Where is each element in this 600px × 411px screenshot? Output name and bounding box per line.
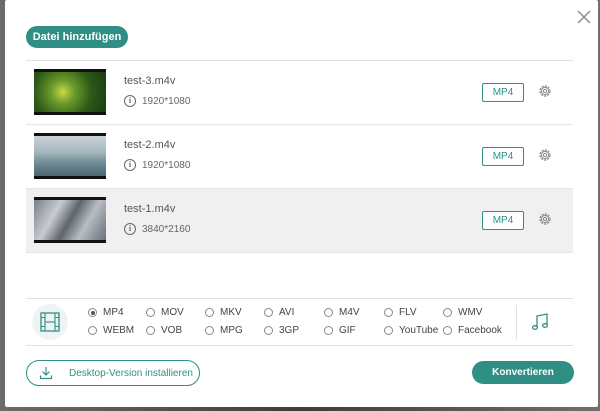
video-format-tab[interactable] bbox=[32, 304, 68, 340]
format-label: AVI bbox=[279, 307, 295, 318]
format-label: MOV bbox=[161, 307, 184, 318]
video-thumbnail bbox=[34, 133, 106, 179]
file-info: i 1920*1080 bbox=[124, 95, 190, 107]
format-label: YouTube bbox=[399, 325, 439, 336]
converter-dialog: Datei hinzufügen test-3.m4v i 1920*1080 … bbox=[5, 0, 598, 407]
convert-button[interactable]: Konvertieren bbox=[472, 361, 574, 384]
info-icon: i bbox=[124, 223, 136, 235]
download-icon bbox=[39, 367, 53, 380]
file-resolution: 3840*2160 bbox=[142, 223, 191, 235]
radio-button[interactable] bbox=[384, 308, 393, 317]
output-format-button[interactable]: MP4 bbox=[482, 211, 524, 230]
format-option-m4v[interactable]: M4V bbox=[324, 307, 360, 318]
format-option-vob[interactable]: VOB bbox=[146, 325, 182, 336]
format-label: 3GP bbox=[279, 325, 300, 336]
radio-button[interactable] bbox=[146, 308, 155, 317]
format-label: MP4 bbox=[103, 307, 124, 318]
radio-button[interactable] bbox=[324, 308, 333, 317]
format-option-avi[interactable]: AVI bbox=[264, 307, 294, 318]
format-label: FLV bbox=[399, 307, 417, 318]
format-label: WEBM bbox=[103, 325, 135, 336]
music-icon[interactable] bbox=[529, 311, 551, 333]
format-option-facebook[interactable]: Facebook bbox=[443, 325, 502, 336]
radio-button[interactable] bbox=[88, 308, 97, 317]
file-resolution: 1920*1080 bbox=[142, 159, 191, 171]
file-name: test-2.m4v bbox=[124, 139, 176, 151]
info-icon: i bbox=[124, 159, 136, 171]
format-option-mpg[interactable]: MPG bbox=[205, 325, 243, 336]
radio-button[interactable] bbox=[88, 326, 97, 335]
file-name: test-1.m4v bbox=[124, 203, 176, 215]
format-selector: MP4 MOV MKV AVI M4V FLV WMV WEBM VOB MPG… bbox=[26, 298, 573, 346]
format-option-mp4[interactable]: MP4 bbox=[88, 307, 124, 318]
install-desktop-button[interactable]: Desktop-Version installieren bbox=[26, 360, 200, 386]
info-icon: i bbox=[124, 95, 136, 107]
format-option-wmv[interactable]: WMV bbox=[443, 307, 482, 318]
radio-button[interactable] bbox=[205, 326, 214, 335]
format-label: Facebook bbox=[458, 325, 502, 336]
file-row[interactable]: test-3.m4v i 1920*1080 MP4 bbox=[26, 61, 573, 125]
radio-button[interactable] bbox=[264, 326, 273, 335]
close-icon[interactable] bbox=[575, 8, 593, 26]
format-option-flv[interactable]: FLV bbox=[384, 307, 417, 318]
file-list: test-3.m4v i 1920*1080 MP4 test-2.m4v i … bbox=[26, 60, 573, 289]
output-format-button[interactable]: MP4 bbox=[482, 147, 524, 166]
format-label: GIF bbox=[339, 325, 356, 336]
format-label: VOB bbox=[161, 325, 183, 336]
video-thumbnail bbox=[34, 69, 106, 115]
format-label: MKV bbox=[220, 307, 242, 318]
gear-icon[interactable] bbox=[537, 83, 553, 99]
radio-button[interactable] bbox=[146, 326, 155, 335]
add-file-button[interactable]: Datei hinzufügen bbox=[26, 26, 128, 48]
format-label: M4V bbox=[339, 307, 360, 318]
file-info: i 3840*2160 bbox=[124, 223, 190, 235]
video-thumbnail bbox=[34, 197, 106, 243]
install-desktop-label: Desktop-Version installieren bbox=[69, 367, 193, 379]
format-option-gif[interactable]: GIF bbox=[324, 325, 356, 336]
radio-button[interactable] bbox=[205, 308, 214, 317]
output-format-button[interactable]: MP4 bbox=[482, 83, 524, 102]
gear-icon[interactable] bbox=[537, 211, 553, 227]
file-name: test-3.m4v bbox=[124, 75, 176, 87]
file-info: i 1920*1080 bbox=[124, 159, 190, 171]
format-option-youtube[interactable]: YouTube bbox=[384, 325, 438, 336]
file-row[interactable]: test-2.m4v i 1920*1080 MP4 bbox=[26, 125, 573, 189]
format-option-mkv[interactable]: MKV bbox=[205, 307, 242, 318]
format-label: MPG bbox=[220, 325, 243, 336]
format-label: WMV bbox=[458, 307, 483, 318]
format-option-mov[interactable]: MOV bbox=[146, 307, 184, 318]
divider bbox=[516, 305, 517, 339]
format-option-webm[interactable]: WEBM bbox=[88, 325, 134, 336]
radio-button[interactable] bbox=[443, 326, 452, 335]
gear-icon[interactable] bbox=[537, 147, 553, 163]
file-row[interactable]: test-1.m4v i 3840*2160 MP4 bbox=[26, 189, 573, 253]
radio-button[interactable] bbox=[324, 326, 333, 335]
file-resolution: 1920*1080 bbox=[142, 95, 191, 107]
radio-button[interactable] bbox=[443, 308, 452, 317]
film-icon bbox=[40, 312, 60, 332]
radio-button[interactable] bbox=[264, 308, 273, 317]
radio-button[interactable] bbox=[384, 326, 393, 335]
format-option-3gp[interactable]: 3GP bbox=[264, 325, 299, 336]
